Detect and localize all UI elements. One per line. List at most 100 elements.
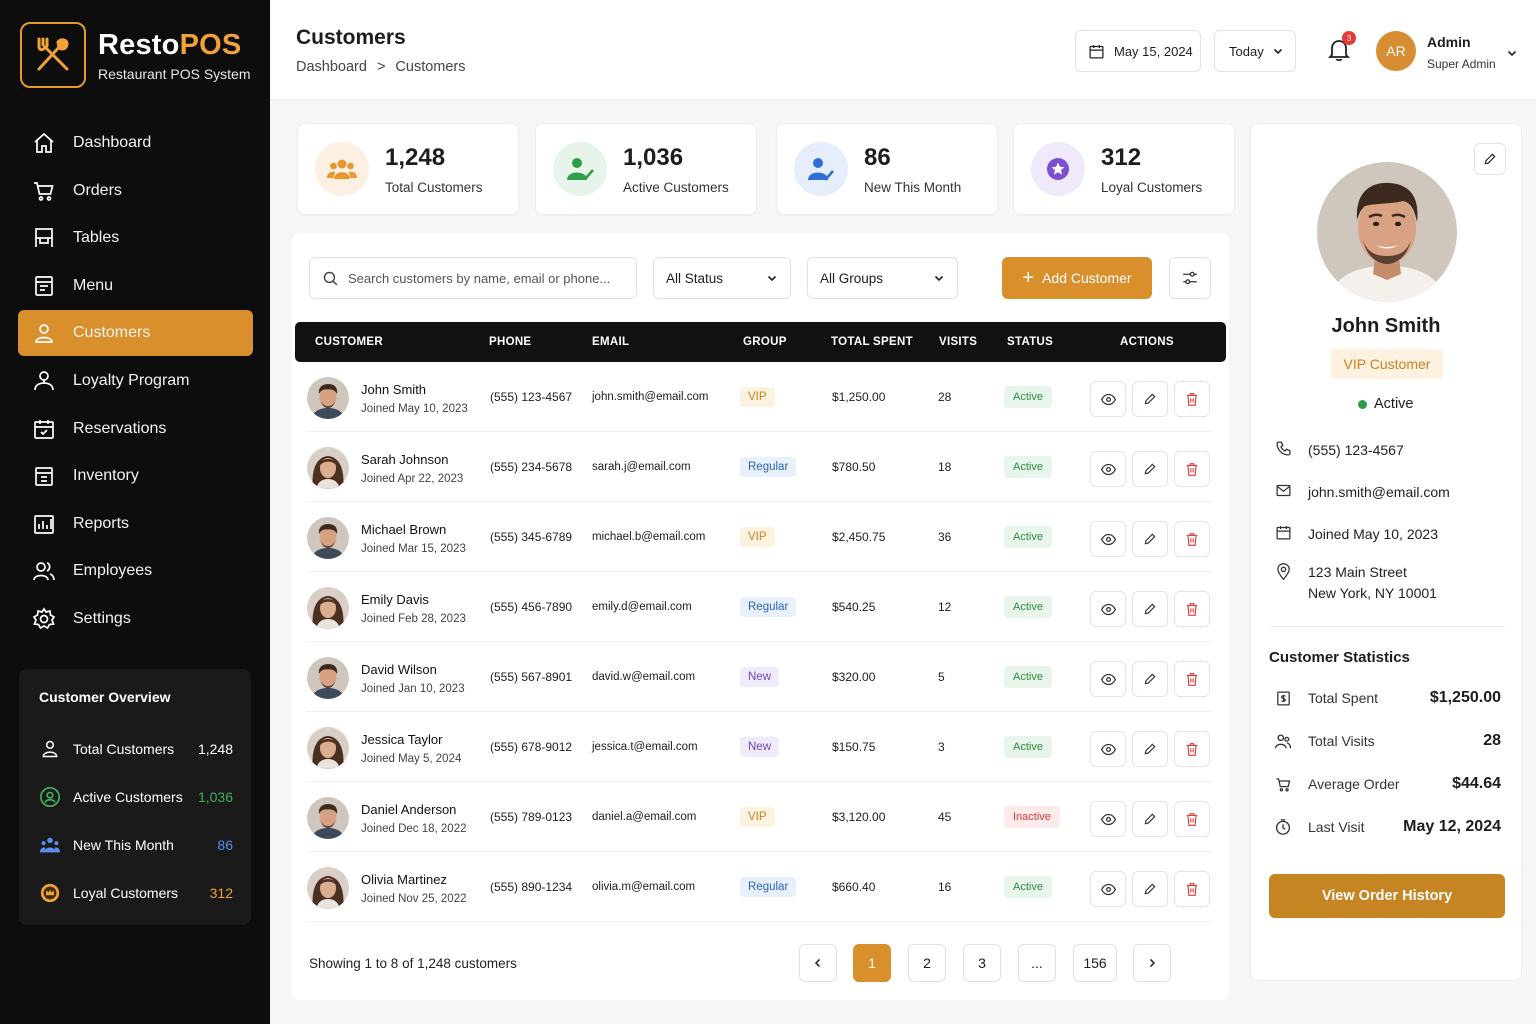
edit-customer-button[interactable] bbox=[1132, 451, 1168, 487]
delete-customer-button[interactable] bbox=[1174, 521, 1210, 557]
stat-value: 1,036 bbox=[623, 144, 684, 171]
customer-visits: 45 bbox=[938, 809, 952, 824]
customer-name[interactable]: Daniel Anderson bbox=[361, 802, 456, 817]
edit-customer-button[interactable] bbox=[1132, 661, 1168, 697]
delete-customer-button[interactable] bbox=[1174, 661, 1210, 697]
customer-name[interactable]: Sarah Johnson bbox=[361, 452, 448, 467]
breadcrumb-dashboard[interactable]: Dashboard bbox=[296, 59, 367, 75]
customer-name[interactable]: Emily Davis bbox=[361, 592, 429, 607]
brand[interactable]: RestoPOS Restaurant POS System bbox=[20, 22, 251, 88]
sidebar-item-employees[interactable]: Employees bbox=[18, 548, 253, 594]
group-filter-select[interactable]: All Groups bbox=[807, 257, 958, 299]
customer-name[interactable]: Jessica Taylor bbox=[361, 732, 442, 747]
customer-total-spent: $150.75 bbox=[832, 739, 876, 754]
sidebar-item-reports[interactable]: Reports bbox=[18, 501, 253, 547]
pagination-page-last[interactable]: 156 bbox=[1073, 944, 1117, 982]
pagination-page-1[interactable]: 1 bbox=[853, 944, 891, 982]
sidebar-item-orders[interactable]: Orders bbox=[18, 168, 253, 214]
customer-phone: (555) 678-9012 bbox=[490, 739, 573, 754]
status-badge: Active bbox=[1004, 525, 1052, 548]
table-row[interactable]: David Wilson Joined Jan 10, 2023 (555) 567… bbox=[306, 642, 1212, 712]
phone-icon bbox=[1273, 440, 1293, 460]
table-row[interactable]: John Smith Joined May 10, 2023 (555) 123-4… bbox=[306, 362, 1212, 432]
customer-name[interactable]: David Wilson bbox=[361, 662, 437, 677]
column-header-visits[interactable]: VISITS bbox=[939, 336, 977, 348]
view-customer-button[interactable] bbox=[1090, 381, 1126, 417]
customer-joined-date: Joined May 10, 2023 bbox=[361, 403, 468, 415]
stat-card-new-this-month: 86 New This Month bbox=[776, 123, 998, 215]
pencil-icon bbox=[1144, 533, 1156, 545]
table-row[interactable]: Olivia Martinez Joined Nov 25, 2022 (555) … bbox=[306, 852, 1212, 922]
sidebar-item-customers[interactable]: Customers bbox=[18, 310, 253, 357]
view-customer-button[interactable] bbox=[1090, 801, 1126, 837]
avatar[interactable]: AR bbox=[1376, 31, 1416, 71]
view-customer-button[interactable] bbox=[1090, 661, 1126, 697]
customer-joined-date: Joined Jan 10, 2023 bbox=[361, 683, 465, 695]
pagination-next-button[interactable] bbox=[1133, 944, 1171, 982]
customer-name[interactable]: Michael Brown bbox=[361, 522, 446, 537]
view-customer-button[interactable] bbox=[1090, 871, 1126, 907]
table-row[interactable]: Jessica Taylor Joined May 5, 2024 (555) 67… bbox=[306, 712, 1212, 782]
table-row[interactable]: Emily Davis Joined Feb 28, 2023 (555) 456-… bbox=[306, 572, 1212, 642]
view-customer-button[interactable] bbox=[1090, 521, 1126, 557]
pagination-page-2[interactable]: 2 bbox=[908, 944, 946, 982]
group-badge: Regular bbox=[740, 596, 797, 617]
customer-email: michael.b@email.com bbox=[592, 530, 706, 543]
view-order-history-button[interactable]: View Order History bbox=[1269, 874, 1505, 918]
view-customer-button[interactable] bbox=[1090, 731, 1126, 767]
table-row[interactable]: Michael Brown Joined Mar 15, 2023 (555) 34… bbox=[306, 502, 1212, 572]
column-header-customer[interactable]: CUSTOMER bbox=[315, 336, 383, 348]
view-customer-button[interactable] bbox=[1090, 591, 1126, 627]
table-row[interactable]: Daniel Anderson Joined Dec 18, 2022 (555) … bbox=[306, 782, 1212, 852]
date-range-select[interactable]: Today bbox=[1214, 30, 1296, 72]
sidebar-item-inventory[interactable]: Inventory bbox=[18, 453, 253, 499]
stat-row-total-spent: Total Spent $1,250.00 bbox=[1273, 686, 1501, 710]
filter-settings-button[interactable] bbox=[1169, 257, 1211, 299]
status-filter-select[interactable]: All Status bbox=[653, 257, 791, 299]
delete-customer-button[interactable] bbox=[1174, 801, 1210, 837]
search-input[interactable] bbox=[348, 270, 628, 286]
column-header-total-spent[interactable]: TOTAL SPENT bbox=[831, 336, 913, 348]
column-header-group[interactable]: GROUP bbox=[743, 336, 787, 348]
edit-customer-button[interactable] bbox=[1132, 731, 1168, 767]
customer-name[interactable]: Olivia Martinez bbox=[361, 872, 447, 887]
chevron-down-icon[interactable] bbox=[1506, 46, 1518, 64]
edit-customer-button[interactable] bbox=[1132, 591, 1168, 627]
sidebar-item-menu[interactable]: Menu bbox=[18, 263, 253, 309]
group-badge: New bbox=[740, 666, 780, 687]
pagination-page-3[interactable]: 3 bbox=[963, 944, 1001, 982]
column-header-status[interactable]: STATUS bbox=[1007, 336, 1053, 348]
chevron-down-icon bbox=[1273, 48, 1282, 55]
delete-customer-button[interactable] bbox=[1174, 871, 1210, 907]
delete-customer-button[interactable] bbox=[1174, 381, 1210, 417]
edit-customer-button[interactable] bbox=[1132, 381, 1168, 417]
customer-name[interactable]: John Smith bbox=[361, 382, 426, 397]
sidebar-item-dashboard[interactable]: Dashboard bbox=[18, 120, 253, 166]
edit-customer-button[interactable] bbox=[1132, 801, 1168, 837]
pagination-prev-button[interactable] bbox=[799, 944, 837, 982]
column-header-email[interactable]: EMAIL bbox=[592, 336, 629, 348]
sidebar-item-loyalty-program[interactable]: Loyalty Program bbox=[18, 358, 253, 404]
sidebar-item-settings[interactable]: Settings bbox=[18, 596, 253, 642]
table-row[interactable]: Sarah Johnson Joined Apr 22, 2023 (555) 23… bbox=[306, 432, 1212, 502]
profile-phone: (555) 123-4567 bbox=[1273, 440, 1404, 461]
group-badge: VIP bbox=[740, 526, 775, 547]
edit-customer-button[interactable] bbox=[1132, 871, 1168, 907]
date-picker-button[interactable]: May 15, 2024 bbox=[1075, 30, 1201, 72]
sidebar-item-tables[interactable]: Tables bbox=[18, 215, 253, 261]
delete-customer-button[interactable] bbox=[1174, 451, 1210, 487]
status-badge: Active bbox=[1004, 455, 1052, 478]
page-title: Customers bbox=[296, 26, 406, 49]
delete-customer-button[interactable] bbox=[1174, 591, 1210, 627]
view-customer-button[interactable] bbox=[1090, 451, 1126, 487]
user-name: Admin bbox=[1427, 34, 1471, 50]
avatar bbox=[307, 517, 349, 559]
delete-customer-button[interactable] bbox=[1174, 731, 1210, 767]
edit-customer-button[interactable] bbox=[1132, 521, 1168, 557]
edit-profile-button[interactable] bbox=[1474, 143, 1506, 175]
sidebar-item-reservations[interactable]: Reservations bbox=[18, 406, 253, 452]
column-header-phone[interactable]: PHONE bbox=[489, 336, 531, 348]
group-badge: Regular bbox=[740, 876, 797, 897]
add-customer-button[interactable]: + Add Customer bbox=[1002, 257, 1152, 299]
notifications-button[interactable]: 3 bbox=[1327, 31, 1356, 67]
